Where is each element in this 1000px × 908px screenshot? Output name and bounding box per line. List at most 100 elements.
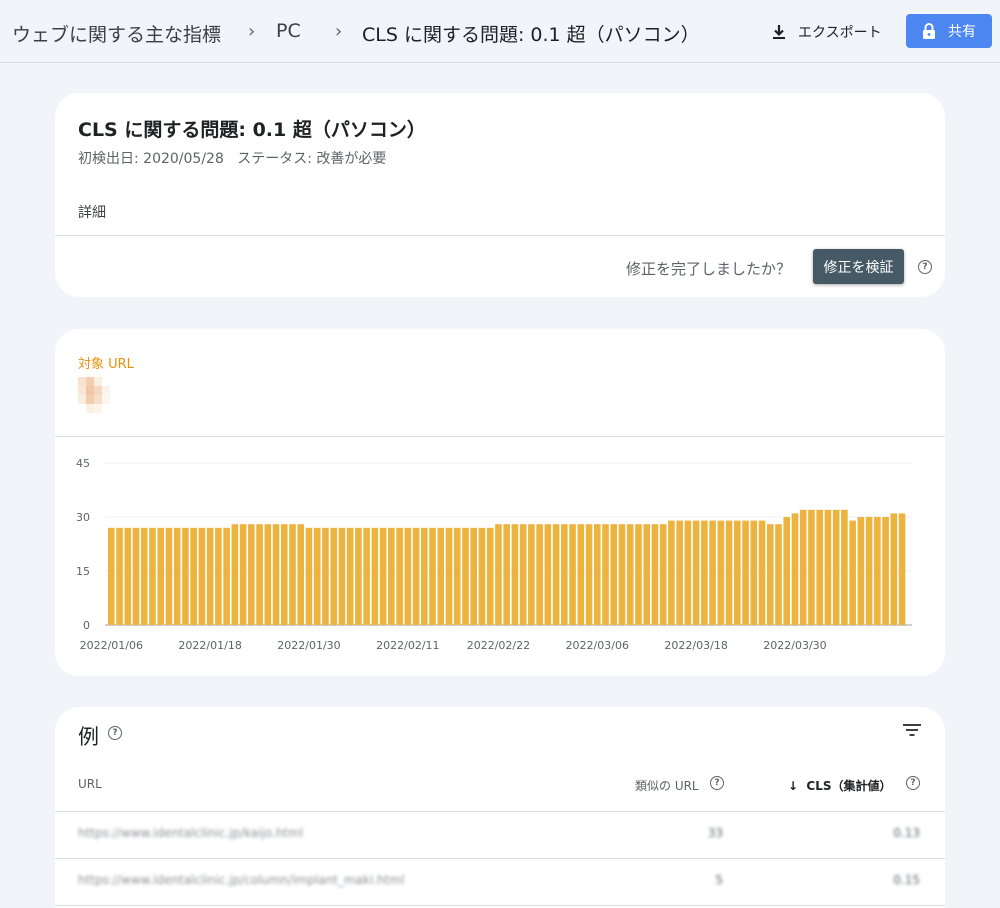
bar[interactable]	[692, 520, 700, 625]
table-row[interactable]: https://www.identalclinic.jp/column/impl…	[55, 859, 945, 905]
bar[interactable]	[330, 527, 337, 625]
bar[interactable]	[528, 524, 535, 625]
bar[interactable]	[734, 520, 741, 625]
bar[interactable]	[453, 527, 461, 625]
bar[interactable]	[289, 524, 296, 625]
bar[interactable]	[486, 527, 494, 625]
bar[interactable]	[742, 520, 749, 625]
bar[interactable]	[272, 524, 280, 625]
bar[interactable]	[676, 520, 683, 625]
bar[interactable]	[561, 524, 568, 625]
breadcrumb-pc[interactable]: PC	[276, 20, 301, 42]
bar[interactable]	[248, 524, 255, 625]
bar[interactable]	[412, 527, 420, 625]
share-button[interactable]: 共有	[906, 14, 992, 48]
bar[interactable]	[503, 524, 510, 625]
bar[interactable]	[832, 509, 840, 625]
bar[interactable]	[717, 520, 725, 625]
bar[interactable]	[445, 527, 453, 625]
bar[interactable]	[775, 524, 782, 625]
bar[interactable]	[766, 524, 774, 625]
bar[interactable]	[816, 509, 823, 625]
bar[interactable]	[701, 520, 708, 625]
bar[interactable]	[396, 527, 403, 625]
bar[interactable]	[388, 527, 395, 625]
bar[interactable]	[602, 524, 609, 625]
bar[interactable]	[215, 527, 222, 625]
bar[interactable]	[709, 520, 716, 625]
bar[interactable]	[758, 520, 766, 625]
column-header-similar-urls[interactable]: 類似の URL	[635, 777, 699, 794]
bar[interactable]	[437, 527, 445, 625]
bar[interactable]	[140, 527, 148, 625]
bar[interactable]	[799, 509, 807, 625]
bar[interactable]	[618, 524, 626, 625]
bar[interactable]	[429, 527, 436, 625]
bar[interactable]	[198, 527, 206, 625]
bar[interactable]	[297, 524, 305, 625]
bar[interactable]	[256, 524, 263, 625]
bar[interactable]	[577, 524, 585, 625]
bar[interactable]	[280, 524, 288, 625]
bar[interactable]	[536, 524, 543, 625]
bar[interactable]	[890, 513, 898, 625]
bar[interactable]	[223, 527, 230, 625]
bar[interactable]	[857, 517, 865, 625]
bar[interactable]	[552, 524, 560, 625]
details-label[interactable]: 詳細	[78, 202, 106, 222]
bar[interactable]	[108, 527, 115, 625]
bar[interactable]	[338, 527, 346, 625]
bar[interactable]	[264, 524, 272, 625]
bar[interactable]	[124, 527, 132, 625]
bar[interactable]	[849, 520, 856, 625]
help-icon[interactable]: ?	[918, 260, 932, 274]
bar[interactable]	[610, 524, 618, 625]
bar[interactable]	[404, 527, 412, 625]
bar[interactable]	[783, 517, 791, 625]
breadcrumb-core-web-vitals[interactable]: ウェブに関する主な指標	[12, 20, 221, 47]
help-icon[interactable]: ?	[108, 726, 122, 740]
bar[interactable]	[882, 517, 889, 625]
bar[interactable]	[346, 527, 354, 625]
bar[interactable]	[322, 527, 329, 625]
table-row[interactable]: https://www.identalclinic.jp/kaijo.html …	[55, 812, 945, 858]
bar[interactable]	[495, 524, 502, 625]
bar[interactable]	[173, 527, 181, 625]
bar[interactable]	[462, 527, 469, 625]
bar[interactable]	[371, 527, 379, 625]
bar[interactable]	[519, 524, 527, 625]
bar[interactable]	[841, 509, 848, 625]
bar[interactable]	[157, 527, 165, 625]
bar[interactable]	[635, 524, 642, 625]
bar[interactable]	[725, 520, 733, 625]
bar[interactable]	[313, 527, 321, 625]
bar[interactable]	[116, 527, 123, 625]
bar[interactable]	[668, 520, 675, 625]
bar[interactable]	[231, 524, 239, 625]
bar[interactable]	[898, 513, 906, 625]
bar[interactable]	[865, 517, 873, 625]
bar[interactable]	[824, 509, 832, 625]
bar[interactable]	[478, 527, 486, 625]
bar[interactable]	[651, 524, 659, 625]
bar[interactable]	[643, 524, 650, 625]
bar[interactable]	[379, 527, 387, 625]
bar[interactable]	[569, 524, 576, 625]
bar[interactable]	[363, 527, 370, 625]
bar[interactable]	[182, 527, 189, 625]
bar[interactable]	[239, 524, 247, 625]
bar[interactable]	[626, 524, 634, 625]
bar[interactable]	[808, 509, 815, 625]
help-icon[interactable]: ?	[906, 776, 920, 790]
bar[interactable]	[593, 524, 601, 625]
bar[interactable]	[206, 527, 214, 625]
export-button[interactable]: エクスポート	[770, 19, 882, 45]
bar[interactable]	[874, 517, 881, 625]
bar[interactable]	[659, 524, 667, 625]
bar[interactable]	[132, 527, 140, 625]
bar[interactable]	[149, 527, 156, 625]
bar[interactable]	[544, 524, 552, 625]
bar[interactable]	[750, 520, 758, 625]
bar[interactable]	[684, 520, 692, 625]
help-icon[interactable]: ?	[710, 776, 724, 790]
